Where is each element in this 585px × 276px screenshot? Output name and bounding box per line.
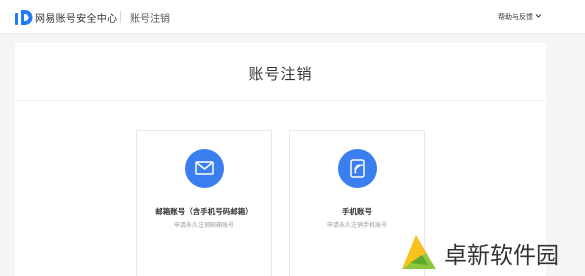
watermark-text: 卓新软件园 [444, 243, 559, 269]
phone-icon [350, 159, 365, 178]
mail-icon-circle [185, 149, 224, 188]
option-description: 申请永久注销邮箱账号 [173, 222, 234, 229]
chevron-down-icon[interactable] [535, 13, 542, 19]
netease-id-logo-icon[interactable] [15, 9, 33, 26]
section-title: 账号注销 [130, 14, 170, 25]
email-account-option[interactable]: 邮箱账号（含手机号码邮箱） 申请永久注销邮箱账号 [136, 130, 272, 276]
phone-icon-circle [338, 149, 377, 188]
page-title: 账号注销 [248, 65, 313, 83]
header-divider [120, 11, 121, 23]
panel-header: 账号注销 [15, 43, 546, 101]
option-title: 邮箱账号（含手机号码邮箱） [155, 207, 253, 216]
top-bar: 网易账号安全中心 账号注销 帮助与反馈 [0, 0, 585, 34]
option-title: 手机账号 [342, 207, 372, 216]
mail-icon [195, 161, 214, 175]
brand-name[interactable]: 网易账号安全中心 [35, 10, 117, 25]
watermark-logo-icon [402, 235, 436, 269]
watermark: 卓新软件园 [396, 226, 585, 276]
help-feedback-link[interactable]: 帮助与反馈 [498, 12, 533, 22]
